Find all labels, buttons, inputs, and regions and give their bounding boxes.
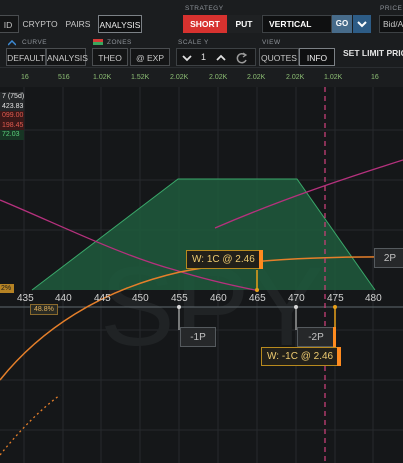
x-tick: 455 — [171, 293, 188, 304]
stat-loss: 198.45 — [0, 120, 25, 130]
zones-indicator-icon — [93, 39, 103, 45]
tab-id[interactable]: ID — [0, 15, 19, 33]
strike-volume: 2.02K — [247, 74, 266, 81]
strike-volume: 2.02K — [209, 74, 228, 81]
set-limit-price-button[interactable]: SET LIMIT PRIC — [343, 48, 403, 58]
x-tick: 470 — [288, 293, 305, 304]
price-select[interactable]: Bid/A — [379, 15, 403, 33]
strike-volume: 1.52K — [131, 74, 150, 81]
view-label: VIEW — [262, 39, 281, 46]
zones-theo-option[interactable]: THEO — [92, 48, 128, 66]
curve-default-option[interactable]: DEFAULT — [6, 48, 46, 66]
probability-tag: 48.8% — [30, 304, 58, 315]
profit-zone — [32, 179, 375, 290]
chevron-down-icon — [357, 21, 367, 28]
scale-up-icon[interactable] — [214, 50, 228, 66]
position-tag-handle[interactable] — [333, 327, 336, 347]
x-tick: 450 — [132, 293, 149, 304]
reset-icon[interactable] — [235, 50, 249, 66]
order-tag-lower[interactable]: W: -1C @ 2.46 — [261, 347, 342, 366]
stat-price: 423.83 — [0, 101, 25, 111]
strike-volume: 516 — [58, 74, 70, 81]
toolbar: ID CRYPTO PAIRS ANALYSIS STRATEGY SHORT … — [0, 0, 403, 67]
strategy-dropdown-button[interactable] — [353, 15, 371, 33]
strike-volume: 1.02K — [93, 74, 112, 81]
scale-y-label: SCALE Y — [178, 39, 209, 46]
curve-label: CURVE — [22, 39, 48, 46]
x-tick: 440 — [55, 293, 72, 304]
zones-exp-option[interactable]: @ EXP — [130, 48, 170, 66]
scale-y-value[interactable]: 1 — [201, 50, 206, 64]
tab-pairs[interactable]: PAIRS — [60, 15, 96, 33]
order-tag-handle[interactable] — [337, 347, 342, 366]
stat-profit: 72.03 — [0, 130, 25, 140]
curve-analysis-option[interactable]: ANALYSIS — [46, 48, 88, 66]
x-tick: 460 — [210, 293, 227, 304]
position-tag-2p[interactable]: 2P — [374, 248, 403, 268]
scale-y-stepper: 1 — [176, 48, 256, 66]
tab-analysis[interactable]: ANALYSIS — [98, 15, 142, 33]
orange-dotted-curve — [0, 394, 61, 456]
x-tick: 475 — [327, 293, 344, 304]
view-info-option[interactable]: INFO — [299, 48, 335, 66]
order-tag-upper[interactable]: W: 1C @ 2.46 — [186, 250, 263, 269]
order-tag-handle[interactable] — [258, 250, 263, 269]
strategy-type-select[interactable]: VERTICAL — [262, 15, 332, 33]
x-tick: 480 — [365, 293, 382, 304]
strike-volume-bar: 16 516 1.02K 1.52K 2.02K 2.02K 2.02K 2.0… — [0, 67, 403, 87]
position-tag-label: -1P — [190, 332, 206, 343]
order-tag-lower-label: W: -1C @ 2.46 — [267, 351, 334, 362]
stat-max-loss: 099.00 — [0, 111, 25, 121]
zones-label: ZONES — [107, 39, 132, 46]
probability-tag-left: 2% — [0, 284, 15, 293]
scale-down-icon[interactable] — [180, 50, 194, 66]
strike-volume: 2.02K — [286, 74, 305, 81]
go-button[interactable]: GO — [332, 15, 352, 33]
position-tag-label: -2P — [308, 332, 324, 343]
price-label: PRICE — [380, 5, 403, 12]
curve-indicator-icon — [8, 40, 16, 46]
position-stats: 7 (75d) 423.83 099.00 198.45 72.03 — [0, 92, 25, 140]
risk-profile-chart[interactable]: SPY — [0, 87, 403, 463]
strike-volume: 2.02K — [170, 74, 189, 81]
stat-days: 7 (75d) — [0, 92, 25, 102]
position-tag-label: 2P — [383, 253, 397, 264]
view-quotes-option[interactable]: QUOTES — [259, 48, 299, 66]
put-button[interactable]: PUT — [227, 15, 261, 33]
x-tick: 435 — [17, 293, 34, 304]
chart-canvas: SPY — [0, 87, 403, 463]
strategy-label: STRATEGY — [185, 5, 224, 12]
strike-volume: 16 — [21, 74, 29, 81]
order-tag-upper-label: W: 1C @ 2.46 — [192, 254, 255, 265]
strike-volume: 1.02K — [324, 74, 343, 81]
position-tag-minus1p[interactable]: -1P — [180, 327, 216, 347]
position-tag-minus2p[interactable]: -2P — [297, 327, 336, 347]
tab-crypto[interactable]: CRYPTO — [20, 15, 60, 33]
x-tick: 465 — [249, 293, 266, 304]
x-tick: 445 — [94, 293, 111, 304]
short-button[interactable]: SHORT — [183, 15, 227, 33]
strike-volume: 16 — [371, 74, 379, 81]
